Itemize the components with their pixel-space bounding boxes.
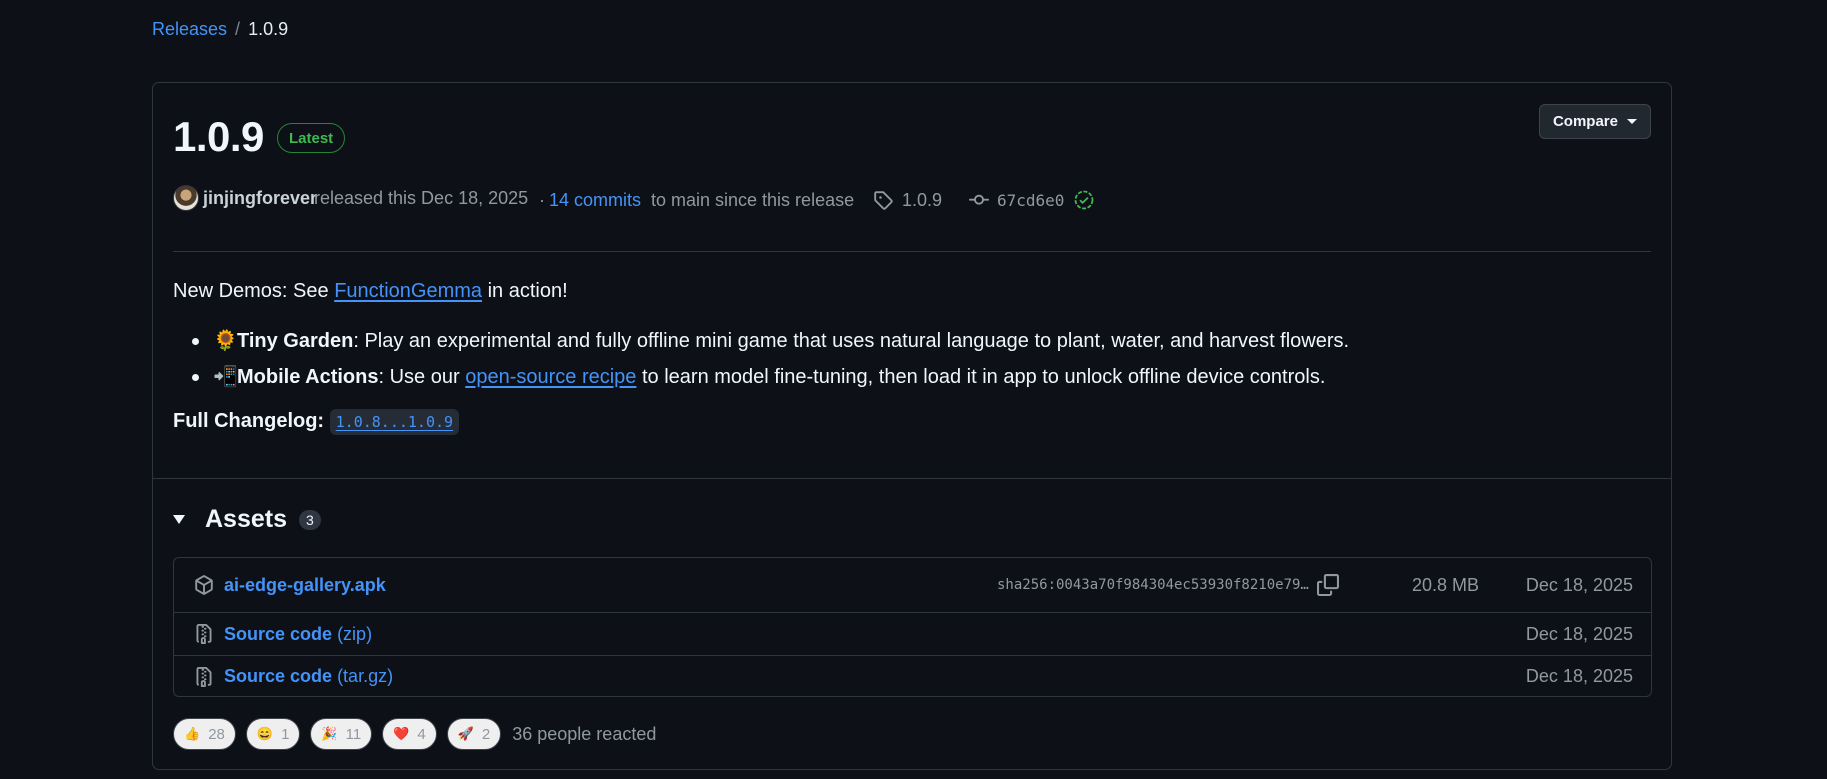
asset-sha: sha256:0043a70f984304ec53930f8210e79… xyxy=(997,577,1309,593)
changelog-line: Full Changelog: 1.0.8...1.0.9 xyxy=(173,406,1653,436)
thumbs-up-icon: 👍 xyxy=(184,726,201,741)
table-row: Source code (tar.gz) Dec 18, 2025 xyxy=(174,655,1651,697)
functiongemma-link[interactable]: FunctionGemma xyxy=(334,280,482,302)
assets-divider xyxy=(153,478,1671,479)
asset-date: Dec 18, 2025 xyxy=(1525,574,1633,595)
caret-down-icon xyxy=(1627,119,1637,124)
avatar[interactable] xyxy=(173,184,199,212)
table-row: Source code (zip) Dec 18, 2025 xyxy=(174,612,1651,655)
table-row: ai-edge-gallery.apk sha256:0043a70f98430… xyxy=(174,558,1651,612)
release-meta: jinjingforever released this Dec 18, 202… xyxy=(173,184,1233,214)
assets-list: ai-edge-gallery.apk sha256:0043a70f98430… xyxy=(173,557,1652,697)
asset-suffix: (tar.gz) xyxy=(337,666,394,686)
reaction-heart[interactable]: ❤️ 4 xyxy=(382,718,437,750)
release-title[interactable]: 1.0.9 xyxy=(173,113,264,161)
assets-count-badge: 3 xyxy=(299,509,321,530)
reactions-summary: 36 people reacted xyxy=(512,723,657,744)
reactions-bar: 👍 28 😄 1 🎉 11 ❤️ 4 🚀 2 36 people reacted xyxy=(173,718,656,750)
reaction-hooray[interactable]: 🎉 11 xyxy=(310,718,373,750)
assets-toggle[interactable]: Assets 3 xyxy=(173,505,321,534)
asset-date: Dec 18, 2025 xyxy=(1525,666,1633,686)
compare-button[interactable]: Compare xyxy=(1538,104,1651,139)
tag-icon xyxy=(873,186,893,214)
intro-suffix: in action! xyxy=(487,280,568,302)
item-text-after: to learn model fine-tuning, then load it… xyxy=(641,366,1326,388)
reaction-count: 28 xyxy=(208,725,225,743)
smile-icon: 😄 xyxy=(256,726,274,741)
sunflower-icon: 🌻 xyxy=(213,330,238,352)
party-popper-icon: 🎉 xyxy=(321,726,338,741)
file-zip-icon xyxy=(194,666,214,687)
latest-badge: Latest xyxy=(277,123,346,153)
reaction-rocket[interactable]: 🚀 2 xyxy=(446,718,502,750)
item-title: Tiny Garden xyxy=(237,330,354,352)
reaction-laugh[interactable]: 😄 1 xyxy=(245,718,301,750)
commits-dot: · xyxy=(539,189,545,210)
commits-link[interactable]: 14 commits xyxy=(549,186,641,214)
commit-icon xyxy=(969,186,989,214)
reaction-thumbs-up[interactable]: 👍 28 xyxy=(173,718,236,750)
changelog-link-text: 1.0.8...1.0.9 xyxy=(335,412,454,431)
tag-link[interactable]: 1.0.9 xyxy=(902,186,942,214)
notes-intro: New Demos: See FunctionGemma in action! xyxy=(173,276,1653,306)
file-zip-icon xyxy=(194,624,214,644)
asset-suffix: (zip) xyxy=(337,623,373,644)
rocket-icon: 🚀 xyxy=(457,726,474,741)
compare-button-label: Compare xyxy=(1552,113,1618,130)
copy-icon[interactable] xyxy=(1317,574,1339,596)
changelog-compare-link[interactable]: 1.0.8...1.0.9 xyxy=(329,408,460,435)
intro-prefix: New Demos: See xyxy=(173,280,329,302)
heart-icon: ❤️ xyxy=(393,726,410,741)
breadcrumb-separator: / xyxy=(235,19,241,39)
breadcrumb: Releases / 1.0.9 xyxy=(152,19,288,40)
item-text: : Use our xyxy=(378,366,460,388)
asset-name: ai-edge-gallery.apk xyxy=(224,574,386,595)
source-zip-link[interactable]: Source code (zip) xyxy=(224,624,372,645)
changelog-label: Full Changelog: xyxy=(173,410,325,432)
asset-date: Dec 18, 2025 xyxy=(1525,623,1633,644)
reaction-count: 11 xyxy=(345,725,362,743)
open-source-recipe-link[interactable]: open-source recipe xyxy=(465,366,636,388)
reaction-count: 4 xyxy=(417,725,426,743)
asset-name: Source code xyxy=(224,623,333,644)
reaction-count: 2 xyxy=(481,725,491,743)
list-item: 🌻Tiny Garden: Play an experimental and f… xyxy=(173,326,1653,362)
mobile-phone-arrow-icon: 📲 xyxy=(213,366,238,388)
breadcrumb-current: 1.0.9 xyxy=(248,19,289,39)
verified-check-icon[interactable] xyxy=(1073,186,1095,214)
item-title: Mobile Actions xyxy=(237,366,379,388)
assets-title: Assets xyxy=(205,505,287,533)
reaction-count: 1 xyxy=(281,725,290,743)
meta-divider xyxy=(173,251,1651,252)
asset-apk-link[interactable]: ai-edge-gallery.apk xyxy=(224,575,386,596)
release-card: 1.0.9 Latest Compare jinjingforever rele… xyxy=(152,82,1672,770)
released-text: released this Dec 18, 2025 xyxy=(314,187,529,208)
commits-suffix: to main since this release xyxy=(651,189,855,210)
commit-hash-link[interactable]: 67cd6e0 xyxy=(997,186,1064,214)
triangle-down-icon xyxy=(173,515,185,524)
asset-size: 20.8 MB xyxy=(1412,574,1480,595)
list-item: 📲Mobile Actions: Use our open-source rec… xyxy=(173,362,1653,398)
release-notes: New Demos: See FunctionGemma in action! … xyxy=(173,276,1653,436)
breadcrumb-releases-link[interactable]: Releases xyxy=(152,19,227,40)
notes-list: 🌻Tiny Garden: Play an experimental and f… xyxy=(173,326,1653,398)
source-targz-link[interactable]: Source code (tar.gz) xyxy=(224,666,393,687)
package-icon xyxy=(194,575,214,595)
author-link[interactable]: jinjingforever xyxy=(203,184,317,212)
asset-name: Source code xyxy=(224,666,333,686)
item-text: : Play an experimental and fully offline… xyxy=(353,330,1350,352)
